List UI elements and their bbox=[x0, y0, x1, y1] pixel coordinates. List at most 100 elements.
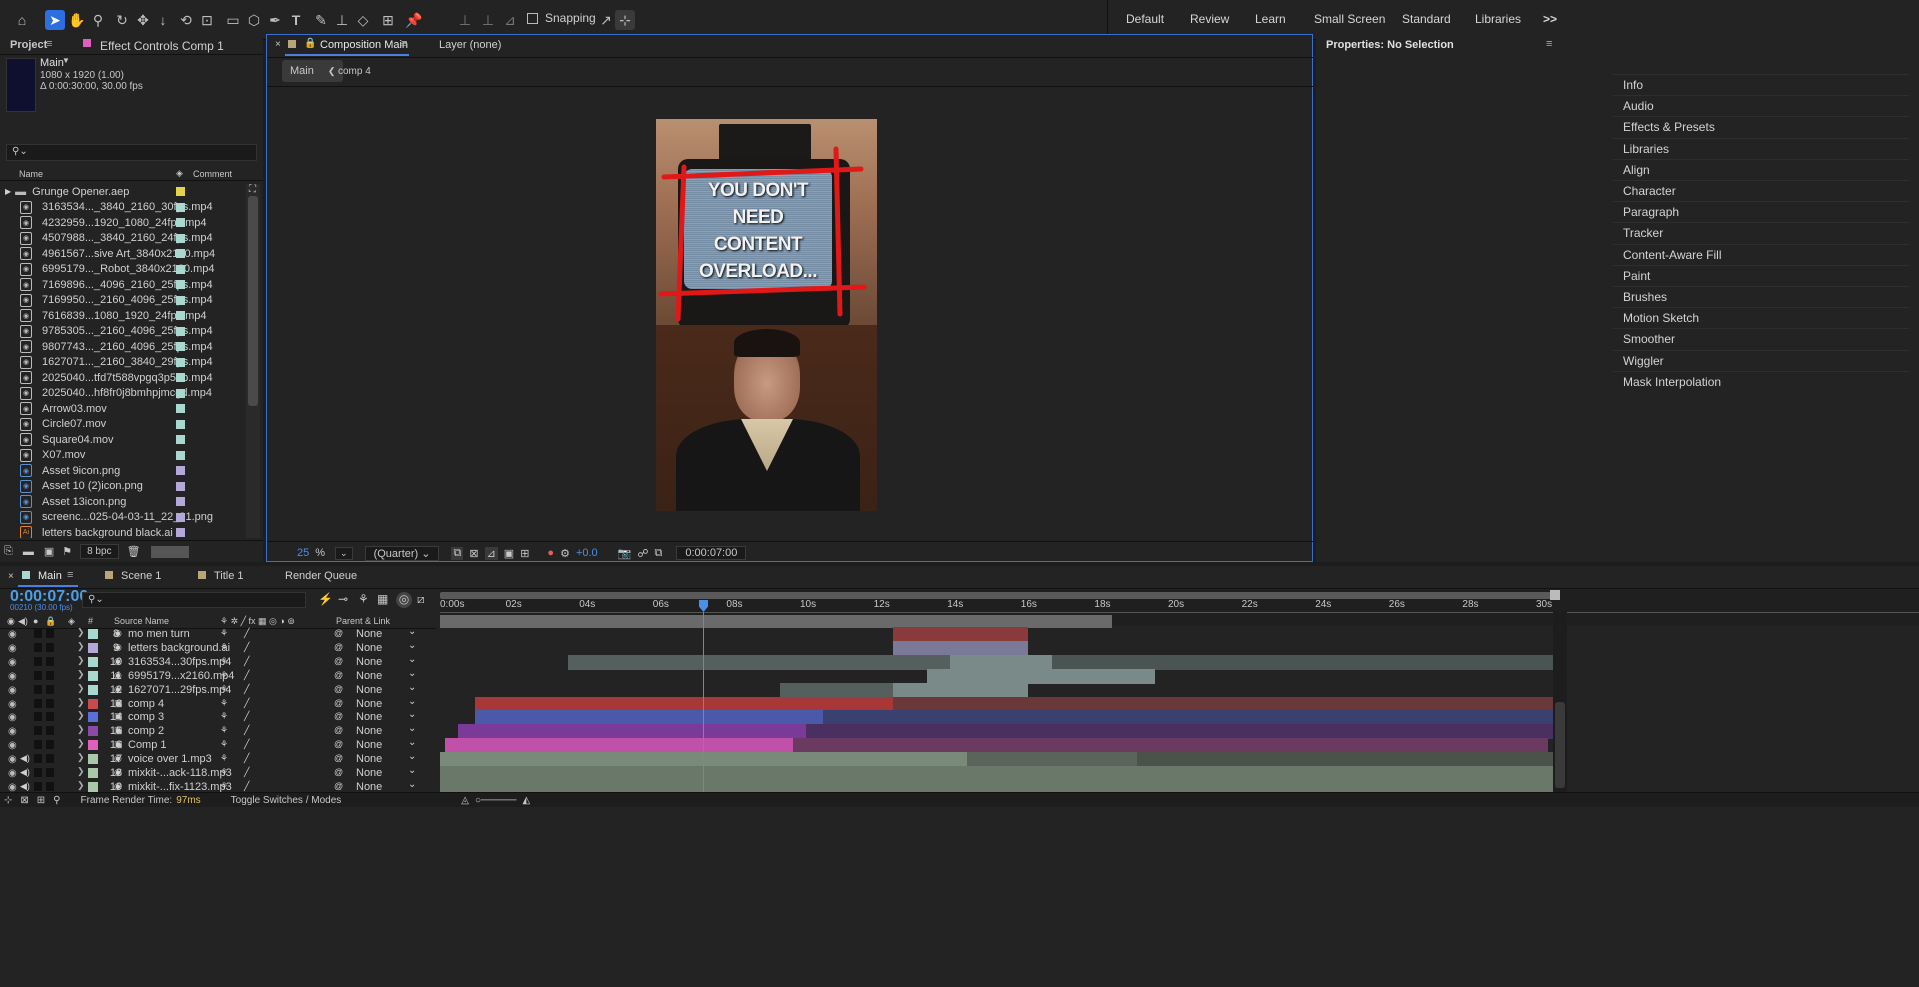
parent-value[interactable]: None bbox=[356, 739, 382, 751]
close-timeline-icon[interactable]: × bbox=[8, 571, 14, 582]
project-menu-icon[interactable]: ≡ bbox=[46, 38, 52, 50]
layer-label-color[interactable] bbox=[88, 698, 98, 709]
parent-value[interactable]: None bbox=[356, 711, 382, 723]
twirl-triangle-icon[interactable]: ❯ bbox=[77, 780, 85, 791]
exposure-value[interactable]: +0.0 bbox=[576, 547, 598, 559]
label-color-swatch[interactable] bbox=[176, 342, 185, 351]
parent-dropdown-icon[interactable]: ⌄ bbox=[408, 737, 416, 748]
col-source-name[interactable]: Source Name bbox=[114, 616, 169, 626]
label-color-swatch[interactable] bbox=[176, 187, 185, 196]
pick-whip-icon[interactable]: @ bbox=[334, 684, 343, 694]
timeline-search-input[interactable]: ⚲⌄ bbox=[82, 592, 306, 608]
label-color-swatch[interactable] bbox=[176, 528, 185, 537]
comp-flowchart-icon[interactable]: ⊸ bbox=[338, 592, 348, 606]
properties-item[interactable]: Content-Aware Fill bbox=[1623, 248, 1721, 262]
zoom-tool-icon[interactable]: ⚲ bbox=[88, 10, 108, 30]
solo-box[interactable] bbox=[34, 642, 42, 652]
layer-label-color[interactable] bbox=[88, 712, 98, 723]
pick-whip-icon[interactable]: @ bbox=[334, 725, 343, 735]
parent-value[interactable]: None bbox=[356, 642, 382, 654]
layer-source-name[interactable]: comp 2 bbox=[128, 725, 164, 737]
workspace-small-screen[interactable]: Small Screen bbox=[1314, 12, 1385, 26]
twirl-triangle-icon[interactable]: ❯ bbox=[77, 724, 85, 735]
layer-source-name[interactable]: 6995179...x2160.mp4 bbox=[128, 670, 234, 682]
project-item[interactable]: Ai letters background black.ai bbox=[0, 523, 246, 538]
properties-item[interactable]: Brushes bbox=[1623, 290, 1667, 304]
properties-item[interactable]: Align bbox=[1623, 163, 1650, 177]
shy-switch-icon[interactable]: ⚘ bbox=[220, 725, 228, 736]
tab-title-1[interactable]: Title 1 bbox=[214, 570, 244, 582]
visibility-eye-icon[interactable]: ◉ bbox=[8, 726, 17, 737]
layer-switches-icon[interactable]: ⊹ bbox=[4, 795, 12, 806]
shy-switch-icon[interactable]: ⚘ bbox=[220, 670, 228, 681]
quality-switch-icon[interactable]: ╱ bbox=[244, 725, 249, 736]
snap-edges-icon[interactable]: ↗ bbox=[596, 10, 616, 30]
solo-box[interactable] bbox=[34, 656, 42, 666]
snapping-toggle[interactable]: Snapping bbox=[527, 11, 596, 25]
solo-box[interactable] bbox=[34, 670, 42, 680]
lock-box[interactable] bbox=[46, 781, 54, 791]
tab-scene-1[interactable]: Scene 1 bbox=[121, 570, 161, 582]
visibility-eye-icon[interactable]: ◉ bbox=[8, 657, 17, 668]
quality-switch-icon[interactable]: ╱ bbox=[244, 711, 249, 722]
interpret-footage-icon[interactable]: ⎘ bbox=[4, 545, 13, 558]
new-folder-icon[interactable]: ▬ bbox=[23, 546, 34, 558]
solo-box[interactable] bbox=[34, 684, 42, 694]
eraser-tool-icon[interactable]: ◇ bbox=[353, 10, 373, 30]
properties-item[interactable]: Smoother bbox=[1623, 332, 1675, 346]
properties-menu-icon[interactable]: ≡ bbox=[1546, 38, 1552, 50]
parent-dropdown-icon[interactable]: ⌄ bbox=[408, 682, 416, 693]
parent-dropdown-icon[interactable]: ⌄ bbox=[408, 654, 416, 665]
shy-switch-icon[interactable]: ⚘ bbox=[220, 628, 228, 639]
solo-box[interactable] bbox=[34, 768, 42, 777]
lock-box[interactable] bbox=[46, 754, 54, 764]
visibility-eye-icon[interactable]: ◉ bbox=[8, 685, 17, 696]
project-color-swatch[interactable] bbox=[150, 545, 189, 558]
channel-icon[interactable]: ● bbox=[547, 547, 554, 559]
properties-item[interactable]: Wiggler bbox=[1623, 354, 1664, 368]
crumb-main[interactable]: Main ❮ bbox=[282, 60, 344, 82]
parent-value[interactable]: None bbox=[356, 725, 382, 737]
lock-box[interactable] bbox=[46, 712, 54, 722]
close-comp-icon[interactable]: × bbox=[275, 39, 281, 50]
comp-menu-icon[interactable]: ≡ bbox=[401, 38, 407, 50]
label-color-swatch[interactable] bbox=[176, 435, 185, 444]
zoom-dropdown-icon[interactable]: ⌄ bbox=[335, 546, 353, 560]
quality-switch-icon[interactable]: ╱ bbox=[244, 642, 249, 653]
visibility-eye-icon[interactable]: ◉ bbox=[8, 740, 17, 751]
zoom-slider-handle[interactable]: ○───── bbox=[475, 795, 516, 806]
layer-source-name[interactable]: mo men turn bbox=[128, 628, 190, 640]
layer-source-name[interactable]: comp 4 bbox=[128, 698, 164, 710]
axis-view-icon[interactable]: ⊿ bbox=[500, 10, 520, 30]
grid-guides-icon[interactable]: ⊞ bbox=[520, 547, 529, 560]
draft-3d-icon[interactable]: ⚡ bbox=[318, 592, 333, 606]
twirl-triangle-icon[interactable]: ❯ bbox=[77, 683, 85, 694]
lock-box[interactable] bbox=[46, 726, 54, 736]
properties-item[interactable]: Paint bbox=[1623, 269, 1650, 283]
twirl-triangle-icon[interactable]: ❯ bbox=[77, 766, 85, 777]
shy-switch-icon[interactable]: ⚘ bbox=[220, 767, 228, 778]
tab-main[interactable]: Main bbox=[38, 570, 62, 582]
composition-preview[interactable]: YOU DON'T NEED CONTENT OVERLOAD... bbox=[656, 119, 877, 511]
label-color-swatch[interactable] bbox=[176, 512, 185, 522]
solo-box[interactable] bbox=[34, 712, 42, 722]
shy-switch-icon[interactable]: ⚘ bbox=[220, 656, 228, 667]
parent-dropdown-icon[interactable]: ⌄ bbox=[408, 626, 416, 637]
lock-box[interactable] bbox=[46, 684, 54, 694]
shy-switch-icon[interactable]: ⚘ bbox=[220, 698, 228, 709]
twirl-triangle-icon[interactable]: ❯ bbox=[77, 641, 85, 652]
frame-blending-icon[interactable]: ▦ bbox=[377, 592, 388, 606]
label-color-swatch[interactable] bbox=[176, 218, 185, 227]
quality-switch-icon[interactable]: ╱ bbox=[244, 739, 249, 750]
visibility-eye-icon[interactable]: ◉ bbox=[8, 643, 17, 654]
workspace-libraries[interactable]: Libraries bbox=[1475, 12, 1521, 26]
pen-tool-icon[interactable]: ✒ bbox=[265, 10, 285, 30]
parent-dropdown-icon[interactable]: ⌄ bbox=[408, 696, 416, 707]
timeline-menu-icon[interactable]: ≡ bbox=[67, 569, 73, 581]
parent-value[interactable]: None bbox=[356, 670, 382, 682]
lock-box[interactable] bbox=[46, 768, 54, 777]
quality-switch-icon[interactable]: ╱ bbox=[244, 753, 249, 764]
label-color-swatch[interactable] bbox=[176, 249, 185, 258]
bpc-button[interactable]: 8 bpc bbox=[80, 544, 119, 559]
tab-effect-controls[interactable]: Effect Controls Comp 1 bbox=[100, 39, 224, 53]
